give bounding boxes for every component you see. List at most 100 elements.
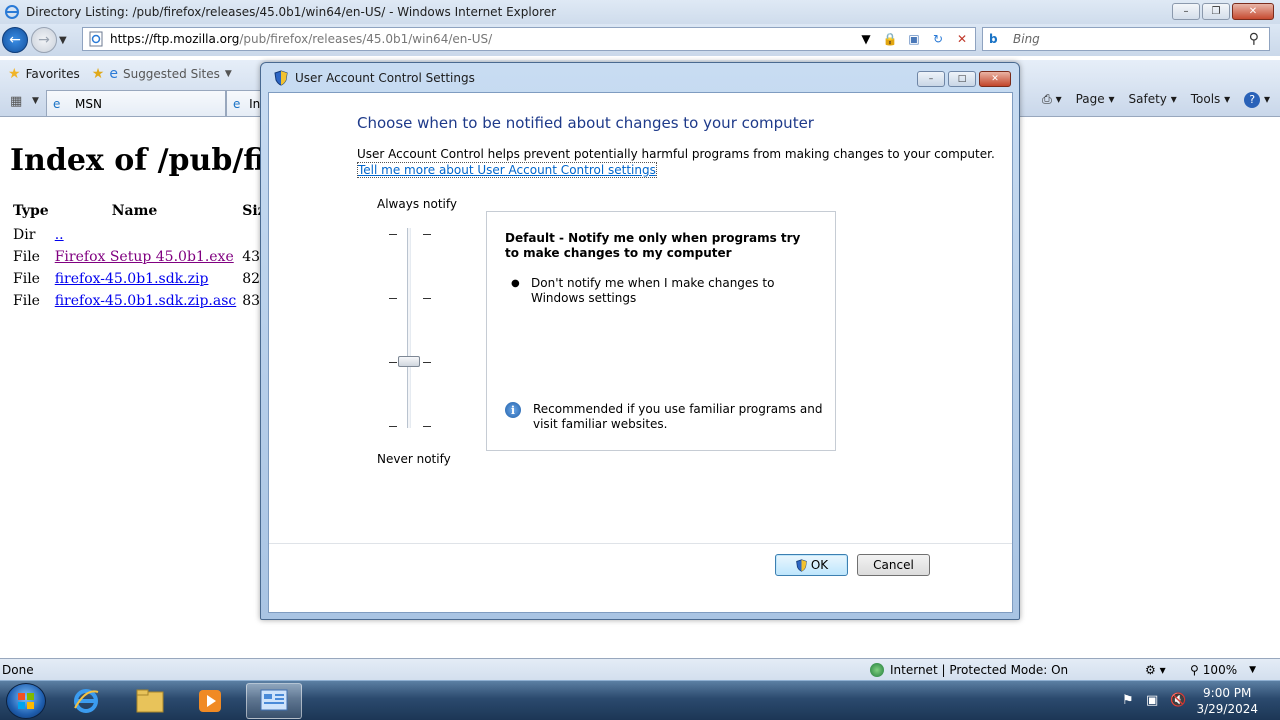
restore-button[interactable]: ❐ [1202,3,1230,20]
search-box[interactable]: b Bing ⚲ [982,27,1270,51]
never-notify-label: Never notify [377,452,451,466]
chevron-down-icon: ▼ [224,69,232,79]
forward-arrow-icon: → [38,32,50,48]
slider-tick [389,234,397,235]
uac-dialog: User Account Control Settings – □ ✕ Choo… [260,62,1020,620]
help-menu[interactable]: ? ▾ [1244,92,1270,108]
uac-maximize-button[interactable]: □ [948,71,976,87]
tab-list-dropdown-icon[interactable]: ▼ [32,96,39,106]
navigation-bar: ← → ▼ https://ftp.mozilla.org/pub/firefo… [0,24,1280,56]
cancel-button[interactable]: Cancel [857,554,930,576]
ie-page-icon: e [109,66,118,82]
recent-pages-dropdown[interactable]: ▼ [59,35,73,46]
status-text: Done [2,662,34,677]
zoom-control[interactable]: ⚲ 100% ▼ [1190,663,1256,677]
tools-menu-label: Tools [1190,92,1221,106]
table-header-row: Type Name Size [10,201,300,225]
media-player-icon [199,690,221,712]
address-bar[interactable]: https://ftp.mozilla.org/pub/firefox/rele… [82,27,976,51]
taskbar-file-explorer[interactable] [122,683,178,719]
address-prefix: https://ftp. [110,32,174,46]
slider-tick [389,298,397,299]
bullet-icon: ● [511,278,520,289]
slider-tick [423,298,431,299]
taskbar-internet-explorer[interactable] [58,683,114,719]
divider [269,543,1012,544]
search-icon[interactable]: ⚲ [1249,31,1259,47]
help-icon: ? [1244,92,1261,108]
taskbar-control-panel[interactable] [246,683,302,719]
always-notify-label: Always notify [377,197,457,211]
favorites-button[interactable]: ★ Favorites [8,66,80,82]
lock-icon[interactable]: 🔒 [881,32,899,46]
uac-close-button[interactable]: ✕ [979,71,1011,87]
suggested-sites-button[interactable]: ★ e Suggested Sites ▼ [92,66,232,82]
star-icon: ★ [8,66,21,82]
back-button[interactable]: ← [2,27,28,53]
start-button[interactable] [6,683,46,719]
refresh-icon[interactable]: ↻ [929,32,947,46]
tab-label: MSN [75,96,102,111]
favorites-label: Favorites [25,67,80,81]
stop-icon[interactable]: ✕ [953,32,971,46]
uac-shield-icon [274,70,288,86]
directory-table: Type Name Size Dir .. File Firefox Setup… [10,201,300,313]
slider-tick [423,362,431,363]
globe-icon [870,662,884,677]
control-panel-icon [260,689,288,711]
notification-slider-track[interactable] [407,228,411,428]
info-icon: i [505,402,521,418]
tab-msn[interactable]: e MSN [46,90,226,116]
suggested-sites-label: Suggested Sites [122,67,220,81]
setting-recommendation: Recommended if you use familiar programs… [533,402,823,431]
column-header-type: Type [13,203,49,219]
close-button[interactable]: ✕ [1232,3,1274,20]
uac-help-link[interactable]: Tell me more about User Account Control … [357,162,657,178]
compatibility-view-icon[interactable]: ▣ [905,32,923,46]
address-dropdown-icon[interactable]: ▼ [857,32,875,46]
row-type: File [13,293,40,309]
action-center-flag-icon[interactable]: ⚑ [1122,693,1134,708]
row-link[interactable]: Firefox Setup 45.0b1.exe [55,249,234,265]
system-clock[interactable]: 9:00 PM 3/29/2024 [1196,685,1258,717]
address-path: /pub/firefox/releases/45.0b1/win64/en-US… [239,32,493,46]
zone-label: Internet | Protected Mode: On [890,662,1069,677]
security-zone[interactable]: Internet | Protected Mode: On [870,662,1069,677]
ok-label: OK [810,558,829,572]
bing-icon: b [989,32,998,46]
table-row: File firefox-45.0b1.sdk.zip 82M 13 [10,269,300,291]
minimize-button[interactable]: – [1172,3,1200,20]
row-link[interactable]: .. [55,227,64,243]
back-arrow-icon: ← [9,32,21,48]
notification-slider-thumb[interactable] [398,356,420,367]
print-button[interactable]: ⎙ ▾ [1042,92,1061,108]
forward-button[interactable]: → [31,27,57,53]
quick-tabs-icon[interactable]: ▦ [10,94,22,109]
page-menu[interactable]: Page ▾ [1076,92,1115,108]
table-row: File firefox-45.0b1.sdk.zip.asc 836 13 [10,291,300,313]
tools-menu[interactable]: Tools ▾ [1191,92,1230,108]
slider-tick [389,426,397,427]
table-row: File Firefox Setup 45.0b1.exe 43M 12 [10,247,300,269]
ie-logo-icon [74,689,99,713]
zone-settings-icon[interactable]: ⚙ ▾ [1145,663,1166,677]
taskbar: ⚑ ▣ 🔇 9:00 PM 3/29/2024 [0,680,1280,720]
uac-titlebar: User Account Control Settings – □ ✕ [261,63,1019,93]
volume-muted-icon[interactable]: 🔇 [1170,693,1186,708]
uac-minimize-button[interactable]: – [917,71,945,87]
network-icon[interactable]: ▣ [1146,693,1158,708]
address-text[interactable]: https://ftp.mozilla.org/pub/firefox/rele… [110,32,492,46]
uac-description: User Account Control helps prevent poten… [357,147,995,161]
page-menu-label: Page [1075,92,1105,106]
taskbar-media-player[interactable] [182,683,238,719]
chevron-down-icon: ▼ [1249,664,1257,675]
folder-icon [136,689,164,713]
column-header-name: Name [111,203,158,219]
ok-button[interactable]: OK [775,554,848,576]
safety-menu[interactable]: Safety ▾ [1129,92,1177,108]
status-bar: Done Internet | Protected Mode: On ⚙ ▾ ⚲… [0,658,1280,680]
windows-logo-icon [18,693,34,709]
row-link[interactable]: firefox-45.0b1.sdk.zip [55,271,209,287]
uac-body: Choose when to be notified about changes… [268,92,1013,613]
row-link[interactable]: firefox-45.0b1.sdk.zip.asc [55,293,237,309]
